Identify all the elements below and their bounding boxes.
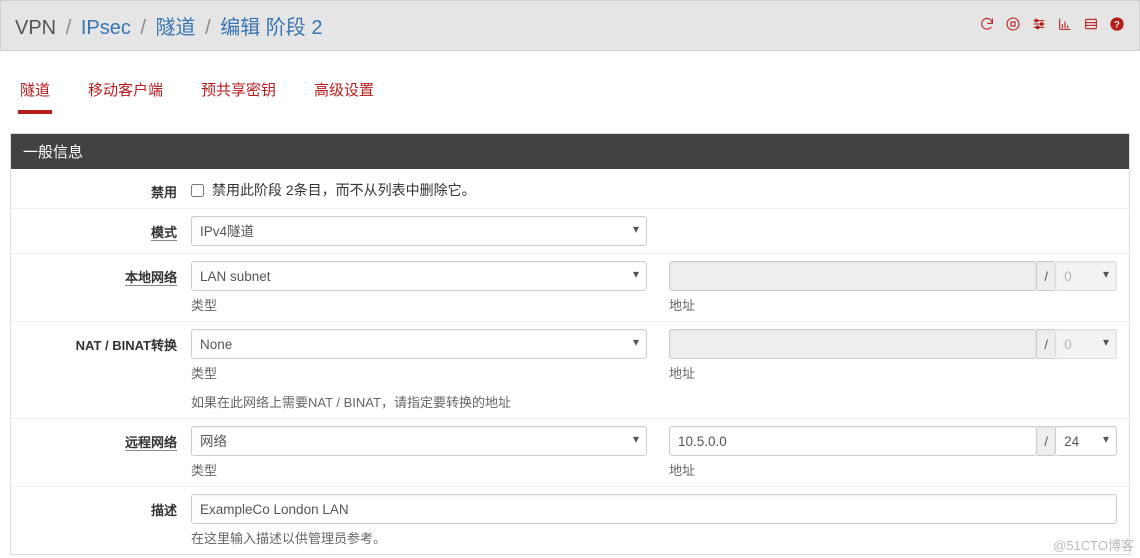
- tab-advanced[interactable]: 高级设置: [312, 69, 376, 114]
- panel-general: 一般信息 禁用 禁用此阶段 2条目，而不从列表中删除它。 模式 IPv4隧道: [10, 133, 1130, 555]
- svg-text:?: ?: [1114, 19, 1120, 29]
- slash-sep: /: [1037, 329, 1055, 359]
- remotenet-type-help: 类型: [191, 460, 647, 479]
- disabled-checkbox[interactable]: [191, 184, 204, 197]
- tab-mobile-clients[interactable]: 移动客户端: [86, 69, 165, 114]
- row-disabled: 禁用 禁用此阶段 2条目，而不从列表中删除它。: [11, 169, 1129, 208]
- remotenet-type-select[interactable]: 网络: [191, 426, 647, 456]
- toolbar-icons: ?: [979, 16, 1125, 35]
- tab-tunnels[interactable]: 隧道: [18, 69, 52, 114]
- label-mode: 模式: [11, 216, 191, 241]
- row-nat: NAT / BINAT转换 None 类型 如果在此网络上需要NAT / BIN…: [11, 321, 1129, 418]
- slash-sep: /: [1037, 426, 1055, 456]
- breadcrumb-tunnels[interactable]: 隧道: [156, 17, 196, 39]
- mode-select-wrap: IPv4隧道: [191, 216, 647, 246]
- nat-type-select[interactable]: None: [191, 329, 647, 359]
- sliders-icon[interactable]: [1031, 16, 1047, 35]
- nat-addr-help: 地址: [669, 363, 1117, 382]
- remotenet-addr-input[interactable]: [669, 426, 1037, 456]
- row-remotenet: 远程网络 网络 类型 / 24 地址: [11, 418, 1129, 486]
- mode-select[interactable]: IPv4隧道: [191, 216, 647, 246]
- list-icon[interactable]: [1083, 16, 1099, 35]
- breadcrumb-root: VPN: [15, 17, 56, 39]
- panel-body: 禁用 禁用此阶段 2条目，而不从列表中删除它。 模式 IPv4隧道 本地网络: [11, 169, 1129, 554]
- breadcrumb-ipsec[interactable]: IPsec: [81, 17, 131, 39]
- nat-extra-help: 如果在此网络上需要NAT / BINAT，请指定要转换的地址: [191, 392, 647, 411]
- label-descr: 描述: [11, 494, 191, 519]
- breadcrumb-sep: /: [62, 17, 76, 39]
- disabled-text: 禁用此阶段 2条目，而不从列表中删除它。: [212, 180, 476, 200]
- watermark: @51CTO博客: [1053, 535, 1134, 554]
- panel-heading: 一般信息: [11, 134, 1129, 169]
- slash-sep: /: [1037, 261, 1055, 291]
- label-remotenet: 远程网络: [11, 426, 191, 451]
- localnet-type-select[interactable]: LAN subnet: [191, 261, 647, 291]
- row-mode: 模式 IPv4隧道: [11, 208, 1129, 253]
- remotenet-addr-help: 地址: [669, 460, 1117, 479]
- stop-icon[interactable]: [1005, 16, 1021, 35]
- disabled-checkbox-wrap[interactable]: 禁用此阶段 2条目，而不从列表中删除它。: [191, 176, 1117, 200]
- row-localnet: 本地网络 LAN subnet 类型 / 0 地址: [11, 253, 1129, 321]
- localnet-addr-help: 地址: [669, 295, 1117, 314]
- descr-help: 在这里输入描述以供管理员参考。: [191, 528, 1117, 547]
- help-icon[interactable]: ?: [1109, 16, 1125, 35]
- breadcrumb: VPN / IPsec / 隧道 / 编辑 阶段 2: [15, 11, 322, 40]
- remotenet-mask-select[interactable]: 24: [1055, 426, 1117, 456]
- refresh-icon[interactable]: [979, 16, 995, 35]
- breadcrumb-bar: VPN / IPsec / 隧道 / 编辑 阶段 2 ?: [0, 0, 1140, 51]
- localnet-mask-select[interactable]: 0: [1055, 261, 1117, 291]
- chart-icon[interactable]: [1057, 16, 1073, 35]
- breadcrumb-sep: /: [136, 17, 150, 39]
- localnet-addr-input[interactable]: [669, 261, 1037, 291]
- label-nat: NAT / BINAT转换: [11, 329, 191, 354]
- breadcrumb-sep: /: [201, 17, 215, 39]
- tabs: 隧道 移动客户端 预共享密钥 高级设置: [0, 51, 1140, 115]
- breadcrumb-current[interactable]: 编辑 阶段 2: [220, 17, 322, 39]
- descr-input[interactable]: [191, 494, 1117, 524]
- row-descr: 描述 在这里输入描述以供管理员参考。: [11, 486, 1129, 554]
- label-disabled: 禁用: [11, 176, 191, 201]
- tab-preshared-keys[interactable]: 预共享密钥: [199, 69, 278, 114]
- localnet-type-help: 类型: [191, 295, 647, 314]
- nat-mask-select[interactable]: 0: [1055, 329, 1117, 359]
- label-localnet: 本地网络: [11, 261, 191, 286]
- nat-addr-input[interactable]: [669, 329, 1037, 359]
- nat-type-help: 类型: [191, 363, 647, 382]
